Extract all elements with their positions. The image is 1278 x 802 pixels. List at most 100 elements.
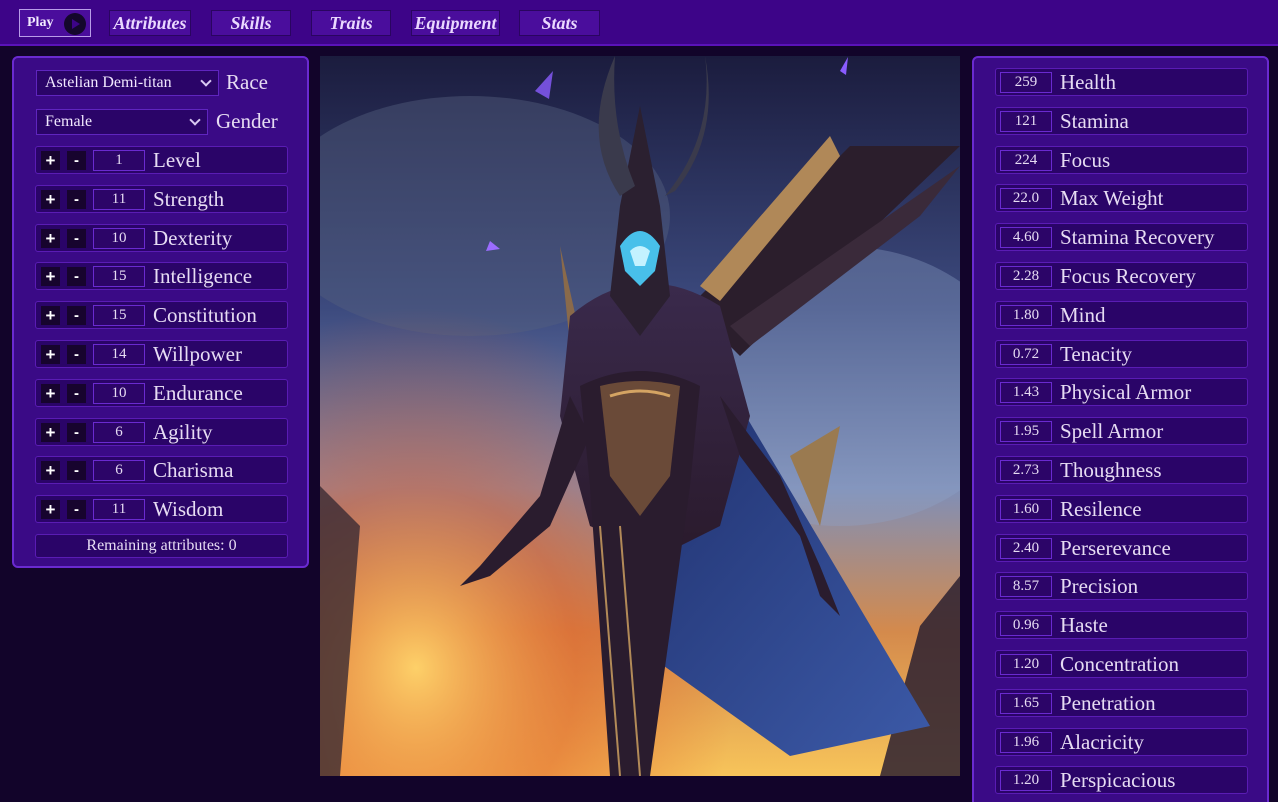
stat-label: Penetration (1060, 690, 1156, 715)
character-portrait (320, 56, 960, 776)
stat-label: Stamina (1060, 108, 1129, 133)
attribute-label: Wisdom (153, 497, 224, 522)
stat-label: Stamina Recovery (1060, 225, 1215, 250)
minus-button[interactable]: - (67, 422, 86, 442)
stat-label: Tenacity (1060, 341, 1132, 366)
attributes-panel: Astelian Demi-titan Race Female Gender +… (12, 56, 309, 568)
plus-button[interactable]: + (41, 461, 60, 481)
stat-row: 1.95 Spell Armor (995, 417, 1248, 446)
race-label: Race (226, 70, 268, 94)
stat-label: Resilence (1060, 496, 1142, 521)
stat-row: 1.20 Perspicacious (995, 766, 1248, 795)
race-select[interactable]: Astelian Demi-titan (36, 70, 219, 96)
stat-value: 224 (1000, 149, 1052, 171)
play-label: Play (27, 15, 54, 30)
plus-button[interactable]: + (41, 267, 60, 287)
attribute-value[interactable]: 6 (93, 421, 145, 443)
attribute-value[interactable]: 1 (93, 150, 145, 171)
stat-row: 1.80 Mind (995, 300, 1248, 329)
minus-button[interactable]: - (67, 345, 86, 364)
tab-attributes[interactable]: Attributes (109, 10, 191, 36)
attribute-value[interactable]: 11 (93, 188, 145, 210)
attribute-value[interactable]: 15 (93, 266, 145, 288)
stat-row: 8.57 Precision (995, 572, 1248, 601)
stat-label: Mind (1060, 302, 1106, 327)
attribute-row-agility: + -6 Agility (35, 417, 288, 446)
stat-value: 1.20 (1000, 654, 1052, 675)
stat-row: 224 Focus (995, 145, 1248, 174)
attribute-row-willpower: + -14 Willpower (35, 340, 288, 368)
attribute-label: Willpower (153, 342, 242, 366)
stat-label: Max Weight (1060, 186, 1164, 211)
attribute-row-dexterity: + -10 Dexterity (35, 223, 288, 252)
attribute-row-endurance: + -10 Endurance (35, 378, 288, 407)
attribute-value[interactable]: 10 (93, 227, 145, 249)
chevron-down-icon (189, 114, 201, 126)
minus-button[interactable]: - (67, 267, 86, 287)
tab-skills[interactable]: Skills (211, 10, 291, 36)
stat-row: 1.96 Alacricity (995, 727, 1248, 756)
stat-label: Perspicacious (1060, 768, 1176, 793)
minus-button[interactable]: - (67, 151, 86, 170)
play-button[interactable]: Play (19, 9, 91, 37)
stat-value: 4.60 (1000, 227, 1052, 249)
stat-label: Spell Armor (1060, 419, 1164, 444)
minus-button[interactable]: - (67, 500, 86, 520)
plus-button[interactable]: + (41, 422, 60, 442)
stat-value: 8.57 (1000, 576, 1052, 598)
stat-row: 4.60 Stamina Recovery (995, 223, 1248, 252)
tab-stats[interactable]: Stats (519, 10, 600, 36)
attribute-value[interactable]: 10 (93, 382, 145, 404)
plus-button[interactable]: + (41, 345, 60, 364)
attribute-row-wisdom: + -11 Wisdom (35, 495, 288, 524)
minus-button[interactable]: - (67, 228, 86, 248)
minus-button[interactable]: - (67, 306, 86, 326)
attribute-row-intelligence: + -15 Intelligence (35, 262, 288, 291)
minus-button[interactable]: - (67, 383, 86, 403)
tab-traits[interactable]: Traits (311, 10, 391, 36)
attribute-label: Intelligence (153, 264, 253, 289)
stat-row: 2.40 Perserevance (995, 533, 1248, 562)
attribute-label: Level (153, 148, 201, 172)
stats-panel: 259 Health 121 Stamina 224 Focus 22.0 Max Weigh… (972, 56, 1269, 802)
attribute-value[interactable]: 11 (93, 499, 145, 521)
stat-row: 1.43 Physical Armor (995, 378, 1248, 407)
stat-value: 121 (1000, 110, 1052, 132)
plus-button[interactable]: + (41, 228, 60, 248)
stat-label: Focus (1060, 147, 1111, 172)
stat-row: 259 Health (995, 68, 1248, 96)
attribute-value[interactable]: 14 (93, 344, 145, 365)
plus-button[interactable]: + (41, 306, 60, 326)
stat-row: 0.96 Haste (995, 611, 1248, 640)
stat-row: 2.73 Thoughness (995, 456, 1248, 484)
gender-select[interactable]: Female (36, 109, 208, 135)
stat-value: 1.20 (1000, 770, 1052, 792)
remaining-attributes: Remaining attributes: 0 (35, 534, 288, 558)
stat-value: 22.0 (1000, 188, 1052, 210)
plus-button[interactable]: + (41, 189, 60, 209)
plus-button[interactable]: + (41, 500, 60, 520)
minus-button[interactable]: - (67, 189, 86, 209)
top-nav: Play Attributes Skills Traits Equipment … (0, 0, 1278, 46)
plus-button[interactable]: + (41, 151, 60, 170)
plus-button[interactable]: + (41, 383, 60, 403)
attribute-label: Dexterity (153, 225, 233, 250)
stat-row: 1.65 Penetration (995, 688, 1248, 717)
stat-value: 1.60 (1000, 498, 1052, 520)
attribute-value[interactable]: 6 (93, 460, 145, 482)
stat-row: 0.72 Tenacity (995, 339, 1248, 368)
stat-value: 0.96 (1000, 615, 1052, 637)
chevron-down-icon (200, 75, 212, 87)
attribute-row-charisma: + -6 Charisma (35, 456, 288, 485)
tab-equipment[interactable]: Equipment (411, 10, 500, 36)
stat-label: Physical Armor (1060, 380, 1192, 405)
stat-value: 1.95 (1000, 421, 1052, 443)
minus-button[interactable]: - (67, 461, 86, 481)
stat-label: Thoughness (1060, 458, 1162, 482)
stat-value: 2.73 (1000, 460, 1052, 481)
attribute-label: Constitution (153, 303, 257, 328)
stat-value: 1.80 (1000, 304, 1052, 326)
stat-value: 1.65 (1000, 692, 1052, 714)
attribute-value[interactable]: 15 (93, 305, 145, 327)
gender-value: Female (45, 113, 93, 130)
